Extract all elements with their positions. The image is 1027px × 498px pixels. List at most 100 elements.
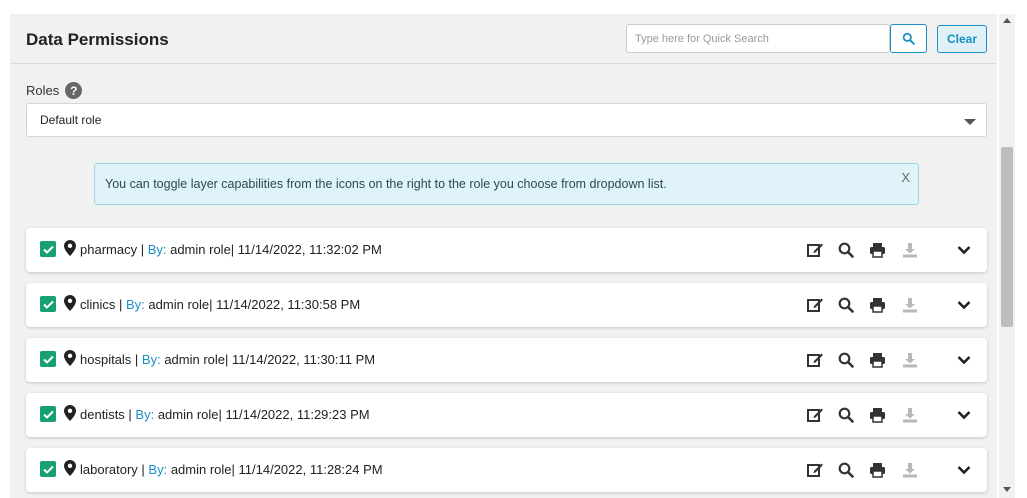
vertical-scrollbar[interactable] — [999, 14, 1015, 498]
layer-name: dentists — [80, 407, 125, 422]
view-button[interactable] — [836, 460, 856, 480]
edit-button[interactable] — [805, 350, 825, 370]
expand-button[interactable] — [954, 350, 974, 370]
layer-timestamp: | 11/14/2022, 11:29:23 PM — [218, 407, 370, 422]
info-alert: You can toggle layer capabilities from t… — [94, 163, 919, 205]
scroll-down-arrow-icon[interactable] — [1003, 487, 1011, 492]
by-label: By: — [141, 352, 161, 367]
layer-row: laboratory | By: admin role| 11/14/2022,… — [26, 448, 987, 492]
data-permissions-panel: Data Permissions Clear Roles ? Default r… — [10, 14, 997, 498]
check-icon — [42, 300, 54, 309]
download-button[interactable] — [900, 405, 920, 425]
layer-checkbox[interactable] — [40, 241, 56, 257]
quick-search-input[interactable] — [626, 24, 890, 53]
map-marker-icon — [64, 295, 76, 311]
download-icon — [903, 463, 917, 478]
by-label: By: — [135, 407, 155, 422]
layer-author: admin role — [167, 462, 232, 477]
view-button[interactable] — [836, 295, 856, 315]
search-icon — [838, 407, 854, 423]
info-message: You can toggle layer capabilities from t… — [105, 177, 667, 191]
layer-author: admin role — [144, 297, 210, 312]
layer-separator: | — [137, 462, 149, 477]
edit-button[interactable] — [805, 405, 825, 425]
layer-separator: | — [124, 407, 136, 422]
layer-timestamp: | 11/14/2022, 11:28:24 PM — [231, 462, 383, 477]
layer-checkbox[interactable] — [40, 351, 56, 367]
view-button[interactable] — [836, 405, 856, 425]
layer-author: admin role — [154, 407, 219, 422]
chevron-down-icon — [957, 356, 971, 365]
print-icon — [869, 353, 885, 368]
layer-name: laboratory — [80, 462, 138, 477]
role-dropdown-value: Default role — [40, 113, 102, 127]
search-icon — [902, 32, 915, 45]
layer-info: dentists | By: admin role| 11/14/2022, 1… — [80, 407, 370, 422]
print-button[interactable] — [867, 460, 887, 480]
print-button[interactable] — [867, 295, 887, 315]
layer-checkbox[interactable] — [40, 406, 56, 422]
layer-row: clinics | By: admin role| 11/14/2022, 11… — [26, 283, 987, 327]
map-marker-icon — [64, 405, 76, 421]
check-icon — [42, 245, 54, 254]
edit-button[interactable] — [805, 295, 825, 315]
close-alert-button[interactable]: X — [901, 170, 910, 185]
download-icon — [903, 243, 917, 258]
scroll-up-arrow-icon[interactable] — [1003, 18, 1011, 23]
check-icon — [42, 355, 54, 364]
search-icon — [838, 462, 854, 478]
scrollbar-thumb[interactable] — [1001, 147, 1013, 327]
layer-timestamp: | 11/14/2022, 11:30:11 PM — [225, 352, 376, 367]
chevron-down-icon — [957, 301, 971, 310]
download-icon — [903, 408, 917, 423]
expand-button[interactable] — [954, 460, 974, 480]
role-dropdown[interactable]: Default role — [26, 103, 987, 137]
download-icon — [903, 353, 917, 368]
search-icon — [838, 352, 854, 368]
layer-row: hospitals | By: admin role| 11/14/2022, … — [26, 338, 987, 382]
chevron-down-icon — [957, 411, 971, 420]
view-button[interactable] — [836, 350, 856, 370]
layer-separator: | — [131, 352, 142, 367]
map-marker-icon — [64, 460, 76, 476]
print-button[interactable] — [867, 405, 887, 425]
search-icon — [838, 297, 854, 313]
expand-button[interactable] — [954, 405, 974, 425]
edit-button[interactable] — [805, 240, 825, 260]
roles-label: Roles ? — [26, 82, 83, 99]
download-button[interactable] — [900, 350, 920, 370]
panel-header: Data Permissions Clear — [10, 14, 997, 64]
edit-icon — [806, 353, 823, 367]
check-icon — [42, 410, 54, 419]
clear-button[interactable]: Clear — [937, 25, 987, 53]
download-button[interactable] — [900, 460, 920, 480]
map-marker-icon — [64, 240, 76, 256]
map-marker-icon — [64, 350, 76, 366]
layer-name: clinics — [80, 297, 116, 312]
caret-down-icon — [964, 119, 976, 125]
expand-button[interactable] — [954, 240, 974, 260]
view-button[interactable] — [836, 240, 856, 260]
layer-row: pharmacy | By: admin role| 11/14/2022, 1… — [26, 228, 987, 272]
layer-info: hospitals | By: admin role| 11/14/2022, … — [80, 352, 375, 367]
layer-timestamp: | 11/14/2022, 11:32:02 PM — [230, 242, 382, 257]
layer-checkbox[interactable] — [40, 461, 56, 477]
search-icon — [838, 242, 854, 258]
by-label: By: — [126, 297, 145, 312]
download-button[interactable] — [900, 240, 920, 260]
layer-checkbox[interactable] — [40, 296, 56, 312]
download-button[interactable] — [900, 295, 920, 315]
edit-button[interactable] — [805, 460, 825, 480]
search-button[interactable] — [890, 24, 927, 53]
print-icon — [869, 408, 885, 423]
print-button[interactable] — [867, 350, 887, 370]
help-icon[interactable]: ? — [65, 82, 83, 99]
print-button[interactable] — [867, 240, 887, 260]
print-icon — [869, 463, 885, 478]
roles-label-text: Roles — [26, 83, 60, 98]
layer-separator: | — [115, 297, 127, 312]
edit-icon — [806, 463, 823, 477]
chevron-down-icon — [957, 246, 971, 255]
expand-button[interactable] — [954, 295, 974, 315]
download-icon — [903, 298, 917, 313]
